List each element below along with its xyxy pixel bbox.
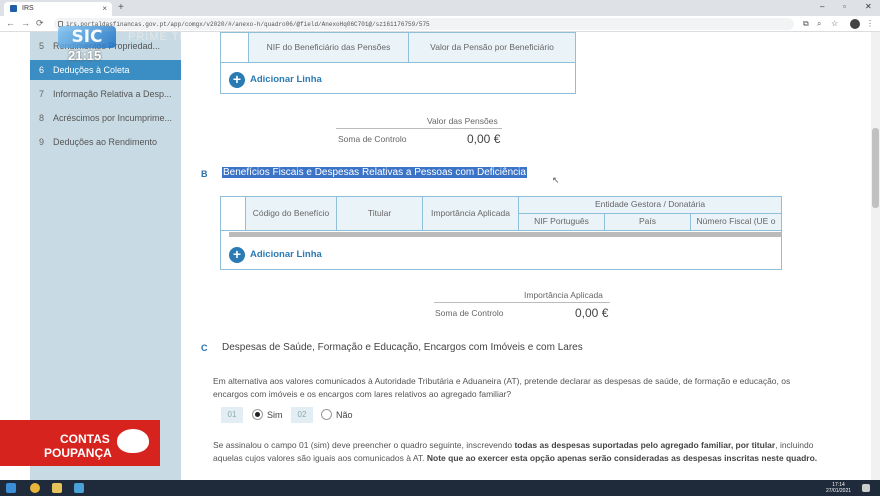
sidebar-item-number: 6 bbox=[39, 65, 45, 75]
profile-avatar-icon[interactable] bbox=[850, 19, 860, 29]
maximize-button[interactable]: ▫ bbox=[843, 2, 846, 11]
col-codigo-beneficio: Código do Benefício bbox=[246, 197, 337, 231]
sidebar-item-number: 7 bbox=[39, 89, 45, 99]
sidebar-item-informacao-despesas[interactable]: 7 Informação Relativa a Desp... bbox=[30, 84, 181, 104]
browser-tab[interactable]: IRS × bbox=[4, 2, 112, 16]
close-window-button[interactable]: ✕ bbox=[865, 2, 872, 11]
divider bbox=[336, 128, 502, 129]
piggy-bank-icon bbox=[117, 429, 149, 453]
control-sum-value: 0,00 € bbox=[467, 132, 501, 146]
col-nif-portugues: NIF Português bbox=[519, 214, 605, 231]
taskbar-date: 27/01/2021 bbox=[826, 488, 852, 494]
add-row-icon[interactable]: + bbox=[229, 247, 245, 263]
benefits-total-header: Importância Aplicada bbox=[524, 290, 603, 300]
browser-nav-bar: ← → ⟳ irs.portaldasfinancas.gov.pt/app/c… bbox=[0, 16, 880, 32]
add-row-button[interactable]: Adicionar Linha bbox=[250, 249, 322, 260]
translate-icon[interactable]: ⧉ bbox=[803, 19, 809, 29]
instruction-bold: Note que ao exercer esta opção apenas se… bbox=[426, 453, 818, 463]
tab-close-icon[interactable]: × bbox=[102, 4, 107, 13]
sidebar-item-acrescimos[interactable]: 8 Acréscimos por Incumprime... bbox=[30, 108, 181, 128]
instruction-text: Se assinalou o campo 01 (sim) deve preen… bbox=[213, 439, 863, 465]
col-entidade-gestora: Entidade Gestora / Donatária bbox=[519, 197, 781, 214]
back-button[interactable]: ← bbox=[6, 18, 15, 28]
pensions-table: NIF do Beneficiário das Pensões Valor da… bbox=[220, 32, 576, 94]
notifications-icon[interactable] bbox=[862, 484, 870, 492]
question-text: Em alternativa aos valores comunicados à… bbox=[213, 375, 833, 401]
page-scrollbar[interactable] bbox=[871, 32, 880, 480]
tab-title: IRS bbox=[22, 5, 34, 12]
col-nif-beneficiario: NIF do Beneficiário das Pensões bbox=[249, 33, 409, 63]
question-line: encargos com imóveis e os encargos com l… bbox=[213, 389, 512, 399]
sidebar-item-number: 8 bbox=[39, 113, 45, 123]
sidebar-item-label: Deduções à Coleta bbox=[53, 65, 130, 75]
sidebar: 5Rendimentos Propriedad... 6Deduções à C… bbox=[30, 32, 181, 480]
broadcast-clock: 21:15 bbox=[68, 48, 102, 63]
radio-sim-label[interactable]: Sim bbox=[267, 410, 283, 420]
col-pais: País bbox=[605, 214, 691, 231]
table-horizontal-scrollbar[interactable] bbox=[229, 232, 781, 237]
app-icon[interactable] bbox=[74, 483, 84, 493]
row-select-header bbox=[221, 197, 246, 231]
sic-logo: SIC bbox=[58, 26, 116, 48]
chrome-icon[interactable] bbox=[30, 483, 40, 493]
new-tab-button[interactable]: + bbox=[118, 2, 124, 13]
windows-start-icon[interactable] bbox=[6, 483, 16, 493]
taskbar-clock: 17:14 27/01/2021 bbox=[826, 482, 851, 494]
control-sum-value: 0,00 € bbox=[575, 306, 609, 320]
add-row-button[interactable]: Adicionar Linha bbox=[250, 74, 322, 85]
sidebar-item-number: 9 bbox=[39, 137, 45, 147]
sidebar-item-label: Acréscimos por Incumprime... bbox=[53, 113, 173, 123]
section-letter: B bbox=[201, 169, 208, 179]
file-explorer-icon[interactable] bbox=[52, 483, 62, 493]
zoom-icon[interactable]: ⌕ bbox=[817, 19, 821, 29]
promo-line-1: CONTAS bbox=[60, 432, 110, 446]
promo-line-2: POUPANÇA bbox=[44, 446, 112, 460]
control-sum-label: Soma de Controlo bbox=[338, 134, 407, 144]
mouse-cursor-icon: ↖ bbox=[552, 175, 560, 185]
forward-button[interactable]: → bbox=[21, 18, 30, 28]
section-title: Despesas de Saúde, Formação e Educação, … bbox=[222, 342, 583, 353]
instruction-bold: todas as despesas suportadas pelo agrega… bbox=[514, 440, 776, 450]
radio-sim[interactable] bbox=[252, 409, 263, 420]
divider bbox=[434, 302, 610, 303]
col-valor-pensao: Valor da Pensão por Beneficiário bbox=[409, 33, 575, 63]
sidebar-item-deducoes-rendimento[interactable]: 9 Deduções ao Rendimento bbox=[30, 132, 181, 152]
control-sum-label: Soma de Controlo bbox=[435, 308, 504, 318]
pensions-total-header: Valor das Pensões bbox=[427, 116, 498, 126]
main-content: NIF do Beneficiário das Pensões Valor da… bbox=[181, 32, 871, 480]
scrollbar-thumb[interactable] bbox=[872, 128, 879, 208]
instruction-part: aquelas cujos valores são iguais aos com… bbox=[213, 453, 427, 463]
section-title: Benefícios Fiscais e Despesas Relativas … bbox=[222, 167, 527, 178]
benefits-table: Código do Benefício Titular Importância … bbox=[220, 196, 782, 270]
windows-taskbar: 17:14 27/01/2021 bbox=[0, 480, 880, 496]
col-numero-fiscal: Número Fiscal (UE o bbox=[691, 214, 781, 231]
site-favicon-icon bbox=[10, 5, 17, 12]
minimize-button[interactable]: – bbox=[820, 2, 824, 11]
address-url: irs.portaldasfinancas.gov.pt/app/comgx/v… bbox=[66, 21, 430, 28]
instruction-part: , incluindo bbox=[775, 440, 814, 450]
address-bar[interactable]: irs.portaldasfinancas.gov.pt/app/comgx/v… bbox=[54, 18, 794, 30]
bookmark-star-icon[interactable]: ☆ bbox=[831, 19, 838, 28]
sidebar-item-label: Informação Relativa a Desp... bbox=[53, 89, 172, 99]
sidebar-item-number: 5 bbox=[39, 41, 45, 51]
menu-dots-icon[interactable]: ⋮ bbox=[866, 19, 874, 28]
reload-button[interactable]: ⟳ bbox=[36, 18, 44, 29]
sidebar-item-deducoes-coleta[interactable]: 6 Deduções à Coleta bbox=[30, 60, 181, 80]
section-letter: C bbox=[201, 343, 208, 353]
radio-nao[interactable] bbox=[321, 409, 332, 420]
option-code-02: 02 bbox=[291, 407, 313, 423]
add-row-icon[interactable]: + bbox=[229, 72, 245, 88]
question-line: Em alternativa aos valores comunicados à… bbox=[213, 376, 791, 386]
contas-poupanca-banner: CONTAS POUPANÇA bbox=[0, 420, 160, 466]
col-importancia-aplicada: Importância Aplicada bbox=[423, 197, 519, 231]
row-select-header bbox=[221, 33, 249, 63]
browser-tab-bar: IRS × + – ▫ ✕ bbox=[0, 0, 880, 16]
option-code-01: 01 bbox=[221, 407, 243, 423]
sidebar-item-label: Deduções ao Rendimento bbox=[53, 137, 158, 147]
radio-nao-label[interactable]: Não bbox=[336, 410, 353, 420]
col-titular: Titular bbox=[337, 197, 423, 231]
instruction-part: Se assinalou o campo 01 (sim) deve preen… bbox=[213, 440, 515, 450]
